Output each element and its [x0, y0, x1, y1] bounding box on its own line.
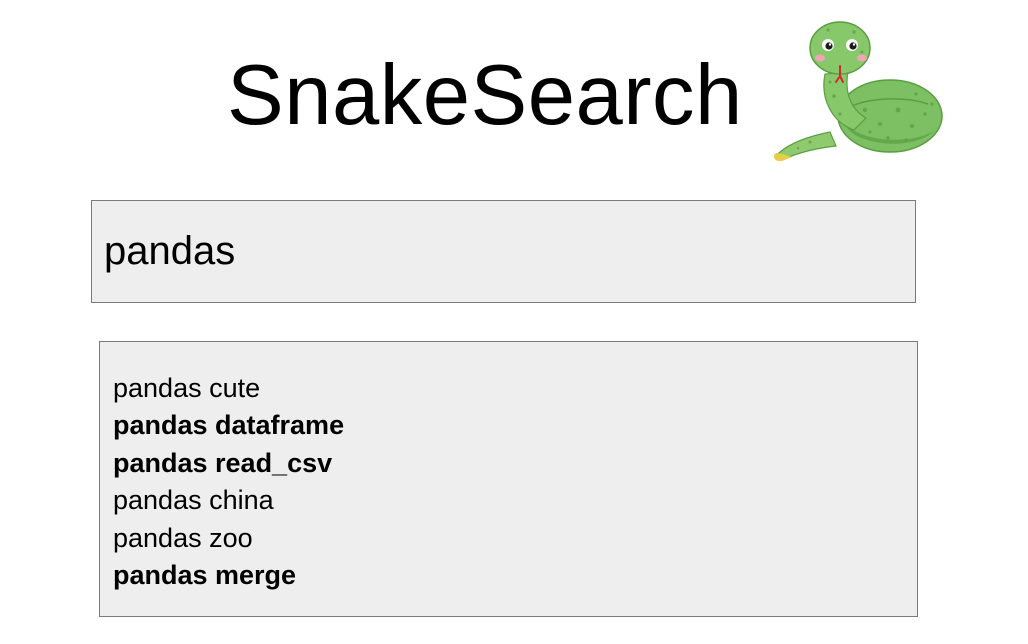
snakesearch-page: SnakeSearch pandas pandas cute pandas da… [0, 0, 1028, 644]
app-title: SnakeSearch [227, 48, 743, 143]
search-input[interactable] [92, 201, 915, 302]
suggestion-item[interactable]: pandas dataframe [113, 407, 917, 444]
suggestion-item[interactable]: pandas cute [113, 370, 917, 407]
snake-mascot-icon [774, 21, 943, 162]
search-box[interactable] [91, 200, 916, 303]
suggestion-item[interactable]: pandas read_csv [113, 445, 917, 482]
suggestion-item[interactable]: pandas china [113, 482, 917, 519]
suggestion-item[interactable]: pandas zoo [113, 520, 917, 557]
suggestions-dropdown: pandas cute pandas dataframe pandas read… [99, 341, 918, 617]
suggestion-item[interactable]: pandas merge [113, 557, 917, 594]
